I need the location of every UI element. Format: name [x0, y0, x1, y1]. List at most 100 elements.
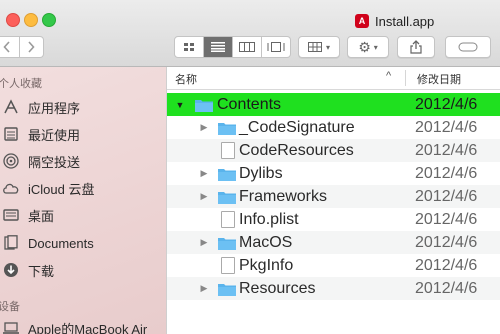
forward-button[interactable] [19, 36, 44, 58]
icon-view-icon [184, 43, 194, 51]
disclosure-triangle-collapsed-icon[interactable]: ▶ [199, 237, 209, 248]
gallery-view-icon [267, 42, 285, 52]
sidebar-item-label: 下载 [28, 263, 55, 279]
column-header-name[interactable]: 名称 [175, 71, 197, 87]
disclosure-triangle-collapsed-icon[interactable]: ▶ [199, 168, 209, 179]
window-title: Install.app [375, 13, 435, 29]
file-name: Resources [239, 279, 316, 297]
list-item-dylibs[interactable]: ▶ Dylibs 2012/4/6 [167, 162, 500, 185]
close-window-button[interactable] [6, 13, 20, 27]
sidebar-item-label: 隔空投送 [28, 154, 81, 170]
sidebar-item-label: 桌面 [28, 208, 55, 224]
column-view-button[interactable] [233, 36, 262, 58]
folder-icon [218, 122, 236, 135]
navigation-buttons [0, 36, 44, 58]
sidebar-item-label: Apple的MacBook Air [28, 321, 148, 334]
back-button[interactable] [0, 36, 20, 58]
document-icon [221, 257, 235, 274]
list-header: 名称 ^ 修改日期 [167, 67, 500, 90]
disclosure-triangle-collapsed-icon[interactable]: ▶ [199, 283, 209, 294]
list-item-frameworks[interactable]: ▶ Frameworks 2012/4/6 [167, 185, 500, 208]
edit-tags-button[interactable] [445, 36, 491, 58]
sidebar-header-devices: 设备 [0, 301, 20, 313]
sidebar-item-airdrop[interactable]: 隔空投送 [2, 151, 80, 171]
chevron-left-icon [3, 41, 10, 53]
disclosure-triangle-collapsed-icon[interactable]: ▶ [199, 122, 209, 133]
sidebar: 个人收藏 应用程序 最近使用 隔空投送 iCloud 云盘 桌面 Documen… [0, 67, 167, 334]
sidebar-item-label: iCloud 云盘 [28, 181, 95, 197]
list-item-pkginfo[interactable]: PkgInfo 2012/4/6 [167, 254, 500, 277]
zoom-window-button[interactable] [42, 13, 56, 27]
file-date: 2012/4/6 [415, 187, 478, 205]
tag-icon [458, 42, 478, 52]
file-name: Dylibs [239, 164, 283, 182]
group-grid-icon [307, 42, 322, 52]
list-item-codesignature[interactable]: ▶ _CodeSignature 2012/4/6 [167, 116, 500, 139]
sidebar-item-documents[interactable]: Documents [2, 233, 94, 253]
desktop-icon [2, 207, 20, 223]
disclosure-triangle-expanded-icon[interactable]: ▼ [175, 100, 185, 110]
folder-icon [218, 237, 236, 250]
share-button[interactable] [397, 36, 435, 58]
finder-window: A Install.app ▾ ⚙ ▾ 个人收藏 应用程序 最近使用 隔空投送 … [0, 0, 500, 334]
file-name: Frameworks [239, 187, 328, 205]
app-icon: A [355, 14, 369, 28]
file-name: CodeResources [239, 141, 354, 159]
list-item-info-plist[interactable]: Info.plist 2012/4/6 [167, 208, 500, 231]
gallery-view-button[interactable] [262, 36, 291, 58]
chevron-down-icon: ▾ [325, 42, 330, 52]
action-menu-button[interactable]: ⚙ ▾ [347, 36, 389, 58]
icloud-icon [2, 180, 20, 196]
file-name: PkgInfo [239, 256, 294, 274]
minimize-window-button[interactable] [24, 13, 38, 27]
folder-icon [218, 168, 236, 181]
file-date: 2012/4/6 [415, 164, 478, 182]
documents-icon [2, 235, 20, 251]
sidebar-item-macbook[interactable]: Apple的MacBook Air [2, 318, 147, 334]
laptop-icon [2, 320, 20, 334]
sidebar-item-icloud[interactable]: iCloud 云盘 [2, 178, 94, 198]
list-item-contents[interactable]: ▼ Contents 2012/4/6 [167, 93, 500, 116]
group-by-button[interactable]: ▾ [298, 36, 340, 58]
file-name: _CodeSignature [239, 118, 355, 136]
sidebar-item-label: Documents [28, 235, 94, 251]
file-date: 2012/4/6 [415, 233, 478, 251]
downloads-icon [2, 262, 20, 278]
document-icon [221, 142, 235, 159]
list-view-button[interactable] [204, 36, 233, 58]
sidebar-item-label: 应用程序 [28, 100, 81, 116]
sidebar-item-label: 最近使用 [28, 127, 81, 143]
icon-view-button[interactable] [174, 36, 204, 58]
folder-icon [218, 191, 236, 204]
sidebar-item-desktop[interactable]: 桌面 [2, 205, 54, 225]
sidebar-item-recents[interactable]: 最近使用 [2, 124, 80, 144]
recents-icon [2, 126, 20, 142]
list-item-coderesources[interactable]: CodeResources 2012/4/6 [167, 139, 500, 162]
list-item-macos[interactable]: ▶ MacOS 2012/4/6 [167, 231, 500, 254]
column-view-icon [239, 42, 255, 52]
file-name: Contents [217, 95, 282, 113]
column-divider[interactable] [405, 70, 406, 86]
gear-icon: ⚙ [358, 38, 371, 55]
sidebar-header-favorites: 个人收藏 [0, 78, 42, 90]
sidebar-item-applications[interactable]: 应用程序 [2, 97, 80, 117]
applications-icon [2, 99, 20, 115]
file-name: Info.plist [239, 210, 299, 228]
sidebar-item-downloads[interactable]: 下载 [2, 260, 54, 280]
disclosure-triangle-collapsed-icon[interactable]: ▶ [199, 191, 209, 202]
file-date: 2012/4/6 [415, 210, 478, 228]
share-icon [410, 40, 422, 54]
file-list: 名称 ^ 修改日期 ▼ Contents 2012/4/6 ▶ _CodeSig… [167, 67, 500, 334]
document-icon [221, 211, 235, 228]
toolbar: A Install.app ▾ ⚙ ▾ [0, 0, 500, 67]
list-view-icon [211, 42, 225, 52]
folder-icon [195, 99, 213, 112]
file-name: MacOS [239, 233, 293, 251]
file-date: 2012/4/6 [415, 141, 478, 159]
file-date: 2012/4/6 [415, 256, 478, 274]
folder-icon [218, 283, 236, 296]
file-date: 2012/4/6 [415, 118, 478, 136]
list-item-resources[interactable]: ▶ Resources 2012/4/6 [167, 277, 500, 300]
view-mode-buttons [174, 36, 291, 58]
column-header-date[interactable]: 修改日期 [417, 71, 461, 87]
